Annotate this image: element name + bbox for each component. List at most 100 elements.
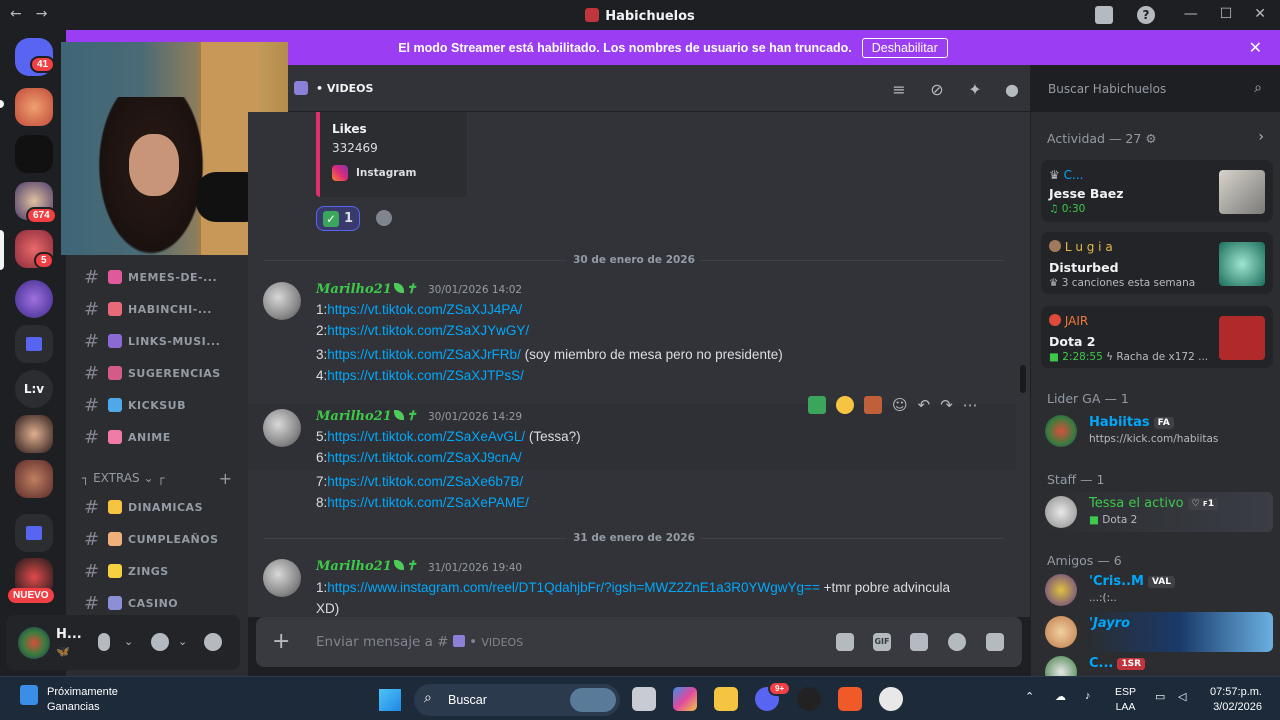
channel-item[interactable]: # DINAMICAS: [84, 496, 203, 518]
channel-item[interactable]: # CASINO: [84, 592, 178, 614]
taskbar-search[interactable]: ⌕ Buscar: [414, 684, 620, 716]
member-item[interactable]: C... 1SR: [1041, 652, 1273, 676]
message-link[interactable]: https://vt.tiktok.com/ZSaXePAME/: [327, 495, 529, 510]
windows-start-icon[interactable]: [379, 689, 401, 711]
server-icon-2[interactable]: [15, 135, 53, 173]
server-icon-4[interactable]: [15, 415, 53, 453]
sticker-icon[interactable]: [910, 633, 928, 651]
close-window-button[interactable]: ✕: [1254, 6, 1266, 22]
folder-icon-1[interactable]: [15, 325, 53, 363]
chevron-right-icon[interactable]: ›: [1258, 129, 1264, 145]
member-item[interactable]: Tessa el activo ♡ ꜰ1 ■ Dota 2: [1041, 492, 1273, 532]
server-icon-3[interactable]: [15, 280, 53, 318]
brave-icon[interactable]: [838, 687, 862, 711]
search-box[interactable]: Buscar Habichuelos ⌕: [1040, 76, 1270, 102]
inbox-icon[interactable]: [1095, 6, 1113, 24]
reaction-check[interactable]: ✓ 1: [316, 206, 361, 231]
message-author[interactable]: Marilho21 ✝: [316, 282, 417, 297]
avatar[interactable]: [18, 627, 50, 659]
message-link[interactable]: https://vt.tiktok.com/ZSaXJYwGY/: [327, 323, 529, 338]
app-icon[interactable]: [879, 687, 903, 711]
member-item[interactable]: Habiitas FA https://kick.com/habiitas: [1041, 411, 1273, 451]
message-link[interactable]: https://vt.tiktok.com/ZSaXJrFRb/: [327, 347, 521, 362]
clock[interactable]: 07:57:p.m. 3/02/2026: [1210, 685, 1262, 715]
channel-item[interactable]: # KICKSUB: [84, 394, 186, 416]
file-explorer-icon[interactable]: [714, 687, 738, 711]
emoji-icon[interactable]: [948, 633, 966, 651]
network-icon[interactable]: ▭: [1155, 690, 1165, 703]
more-options-icon[interactable]: ⋯: [963, 396, 978, 414]
language-indicator[interactable]: ESP LAA: [1115, 685, 1136, 715]
apps-icon[interactable]: [986, 633, 1004, 651]
members-icon[interactable]: ●: [1003, 80, 1021, 99]
laugh-emoji-icon[interactable]: [836, 396, 854, 414]
headphones-icon[interactable]: [151, 633, 169, 651]
gif-icon[interactable]: GIF: [873, 633, 891, 651]
folder-icon-2[interactable]: [15, 514, 53, 552]
channel-item[interactable]: # LINKS-MUSI...: [84, 330, 220, 352]
channel-item[interactable]: # ZINGS: [84, 560, 169, 582]
mute-bell-icon[interactable]: ⊘: [928, 80, 946, 99]
add-channel-icon[interactable]: +: [219, 469, 232, 488]
server-icon-5[interactable]: [15, 460, 53, 498]
message-author[interactable]: Marilho21 ✝: [316, 409, 417, 424]
message-link[interactable]: https://vt.tiktok.com/ZSaXJJ4PA/: [327, 302, 522, 317]
widgets-icon[interactable]: [20, 685, 38, 705]
volume-icon[interactable]: ◁: [1178, 690, 1186, 703]
gear-icon[interactable]: ⚙: [1145, 131, 1156, 146]
channel-item[interactable]: # MEMES-DE-...: [84, 266, 217, 288]
avatar[interactable]: [263, 409, 301, 447]
message-link[interactable]: https://vt.tiktok.com/ZSaXJTPsS/: [327, 368, 524, 383]
channel-item[interactable]: # HABINCHI-...: [84, 298, 212, 320]
channel-item[interactable]: # CUMPLEAÑOS: [84, 528, 219, 550]
server-icon-1[interactable]: [15, 88, 53, 126]
avatar[interactable]: [263, 559, 301, 597]
message-composer[interactable]: + Enviar mensaje a # • VIDEOS GIF: [256, 617, 1022, 667]
scrollbar-thumb[interactable]: [1020, 365, 1026, 393]
microphone-icon[interactable]: ♪: [1085, 690, 1091, 702]
widget-title[interactable]: Próximamente: [47, 686, 118, 698]
obs-icon[interactable]: [797, 687, 821, 711]
office-icon[interactable]: [673, 687, 697, 711]
message-link[interactable]: https://vt.tiktok.com/ZSaXe6b7B/: [327, 474, 523, 489]
avatar[interactable]: [263, 282, 301, 320]
activity-card[interactable]: ♛ C... Jesse Baez ♫ 0:30: [1041, 160, 1273, 222]
message-link[interactable]: https://vt.tiktok.com/ZSaXJ9cnA/: [327, 450, 521, 465]
message-link[interactable]: https://www.instagram.com/reel/DT1Qdahjb…: [327, 580, 820, 595]
check-emoji-icon[interactable]: [808, 396, 826, 414]
member-item[interactable]: 'Cris..M VAL ...:(:..: [1041, 570, 1273, 610]
message-link[interactable]: https://vt.tiktok.com/ZSaXeAvGL/: [327, 429, 525, 444]
forward-icon[interactable]: ↷: [940, 396, 953, 414]
cloud-icon[interactable]: ☁: [1055, 690, 1066, 703]
widget-subtitle[interactable]: Ganancias: [47, 701, 100, 713]
chevron-down-icon[interactable]: ⌄: [124, 635, 133, 648]
attach-plus-icon[interactable]: +: [272, 629, 290, 654]
close-banner-icon[interactable]: ✕: [1249, 38, 1262, 57]
member-item[interactable]: 'Jayro: [1041, 612, 1273, 652]
chevron-down-icon[interactable]: ⌄: [178, 635, 187, 648]
gamepad-icon: ■: [1089, 514, 1099, 526]
activity-card[interactable]: JAIR Dota 2 ■ 2:28:55 ϟ Racha de x172 ..…: [1041, 306, 1273, 368]
add-reaction-icon[interactable]: [376, 210, 392, 226]
minimize-button[interactable]: —: [1184, 6, 1198, 22]
pin-icon[interactable]: ✦: [966, 80, 984, 99]
category-extras[interactable]: ┐ EXTRAS ⌄ ┌ +: [82, 469, 232, 488]
server-lv[interactable]: L:v: [15, 370, 53, 408]
gift-icon[interactable]: [836, 633, 854, 651]
message-author[interactable]: Marilho21 ✝: [316, 559, 417, 574]
threads-icon[interactable]: ≡: [890, 80, 908, 99]
custom-emoji-icon[interactable]: [864, 396, 882, 414]
channel-item[interactable]: # ANIME: [84, 426, 171, 448]
add-reaction-icon[interactable]: ☺: [892, 396, 908, 414]
microphone-icon[interactable]: [98, 633, 110, 651]
search-input[interactable]: Buscar Habichuelos: [1048, 82, 1166, 96]
settings-gear-icon[interactable]: [204, 633, 222, 651]
channel-item[interactable]: # SUGERENCIAS: [84, 362, 221, 384]
task-view-icon[interactable]: [632, 687, 656, 711]
chevron-up-icon[interactable]: ⌃: [1025, 690, 1034, 703]
reply-icon[interactable]: ↶: [918, 396, 931, 414]
maximize-button[interactable]: ☐: [1220, 6, 1233, 22]
activity-card[interactable]: L u g i a Disturbed ♛ 3 canciones esta s…: [1041, 232, 1273, 294]
help-icon[interactable]: ?: [1137, 6, 1155, 24]
disable-streamer-button[interactable]: Deshabilitar: [861, 37, 948, 58]
